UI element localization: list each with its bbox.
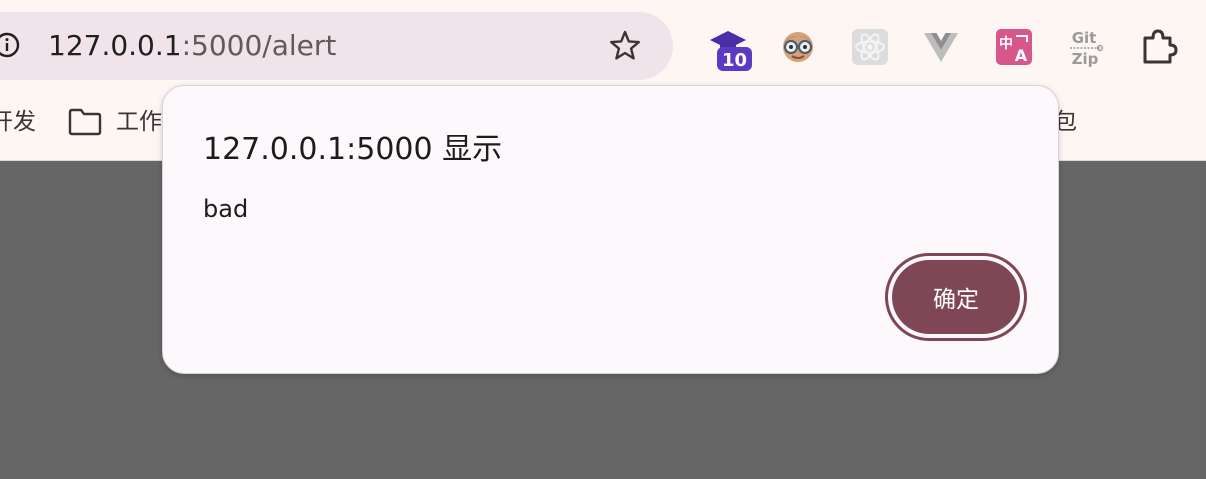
bookmark-item-dev[interactable]: 开发 xyxy=(0,106,36,138)
info-icon[interactable] xyxy=(0,32,20,58)
graduation-cap-icon[interactable]: 10 xyxy=(706,26,756,76)
bookmark-item-work[interactable]: 工作 xyxy=(116,106,162,138)
svg-text:A: A xyxy=(1015,46,1028,65)
browser-toolbar: 127.0.0.1:5000/alert 10 中 A Git Zip xyxy=(0,0,1206,92)
svg-text:中: 中 xyxy=(999,35,1013,52)
mascot-icon[interactable] xyxy=(778,27,818,67)
alert-dialog: 127.0.0.1:5000 显示 bad 确定 xyxy=(162,85,1059,374)
vue-icon[interactable] xyxy=(921,28,961,68)
url-text[interactable]: 127.0.0.1:5000/alert xyxy=(48,25,336,67)
react-icon[interactable] xyxy=(850,27,890,67)
url-host: 127.0.0.1 xyxy=(48,29,182,62)
git-zip-line2: Zip xyxy=(1072,50,1099,68)
extensions-puzzle-icon[interactable] xyxy=(1138,27,1178,67)
folder-icon[interactable] xyxy=(68,108,102,136)
url-path: :5000/alert xyxy=(181,29,337,62)
dialog-message: bad xyxy=(203,195,249,223)
star-icon[interactable] xyxy=(607,28,643,64)
ok-button-label: 确定 xyxy=(892,260,1020,334)
translate-icon[interactable]: 中 A xyxy=(994,27,1034,67)
extension-badge-count: 10 xyxy=(722,50,747,71)
git-zip-line1: Git xyxy=(1072,29,1097,47)
dialog-title: 127.0.0.1:5000 显示 xyxy=(203,132,503,167)
git-zip-icon[interactable]: Git Zip xyxy=(1064,26,1108,70)
ok-button[interactable]: 确定 xyxy=(885,253,1027,341)
